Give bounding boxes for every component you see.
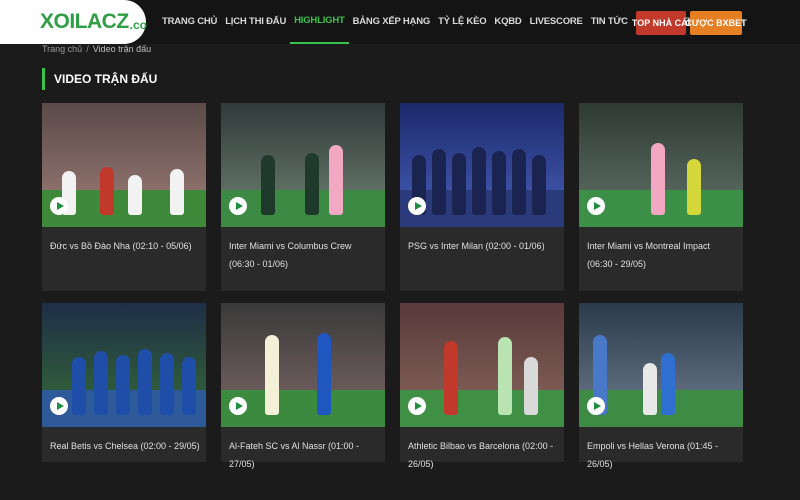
video-title[interactable]: Inter Miami vs Columbus Crew (06:30 - 01…	[229, 237, 379, 273]
video-card[interactable]: Empoli vs Hellas Verona (01:45 - 26/05)	[579, 303, 743, 469]
video-card[interactable]: Real Betis vs Chelsea (02:00 - 29/05)	[42, 303, 206, 462]
play-icon[interactable]	[587, 397, 605, 415]
video-thumbnail[interactable]	[42, 103, 206, 227]
play-icon[interactable]	[408, 197, 426, 215]
breadcrumb-home[interactable]: Trang chủ	[42, 44, 82, 54]
video-thumbnail[interactable]	[400, 303, 564, 427]
breadcrumb-current: Video trận đấu	[92, 44, 152, 54]
logo-suffix: .co	[129, 17, 148, 32]
play-icon[interactable]	[50, 197, 68, 215]
video-title[interactable]: Đức vs Bồ Đào Nha (02:10 - 05/06)	[50, 237, 200, 255]
video-thumbnail[interactable]	[221, 103, 385, 227]
section-title: VIDEO TRẬN ĐẤU	[42, 68, 157, 90]
play-icon[interactable]	[229, 197, 247, 215]
video-title[interactable]: Al-Fateh SC vs Al Nassr (01:00 - 27/05)	[229, 437, 379, 473]
logo-text: XOILACZ	[40, 10, 129, 33]
nav-tin-tuc[interactable]: TIN TỨC	[587, 0, 632, 44]
video-card[interactable]: Đức vs Bồ Đào Nha (02:10 - 05/06)	[42, 103, 206, 291]
video-title[interactable]: Athletic Bilbao vs Barcelona (02:00 - 26…	[408, 437, 558, 473]
video-title[interactable]: Inter Miami vs Montreal Impact (06:30 - …	[587, 237, 737, 273]
video-thumbnail[interactable]	[42, 303, 206, 427]
video-thumbnail[interactable]	[400, 103, 564, 227]
nav-highlight[interactable]: HIGHLIGHT	[290, 0, 349, 44]
video-card[interactable]: PSG vs Inter Milan (02:00 - 01/06)	[400, 103, 564, 291]
site-header: XOILACZ .co TRANG CHỦ LỊCH THI ĐẤU HIGHL…	[0, 0, 800, 44]
top-nha-cai-button[interactable]: TOP NHÀ CÁI	[632, 11, 690, 35]
video-title[interactable]: Empoli vs Hellas Verona (01:45 - 26/05)	[587, 437, 737, 473]
breadcrumb-separator: /	[86, 44, 89, 54]
video-card[interactable]: Al-Fateh SC vs Al Nassr (01:00 - 27/05)	[221, 303, 385, 469]
nav-trang-chu[interactable]: TRANG CHỦ	[158, 0, 221, 44]
video-thumbnail[interactable]	[579, 103, 743, 227]
play-icon[interactable]	[587, 197, 605, 215]
play-icon[interactable]	[50, 397, 68, 415]
site-logo[interactable]: XOILACZ .co	[0, 0, 148, 44]
play-icon[interactable]	[229, 397, 247, 415]
video-title[interactable]: Real Betis vs Chelsea (02:00 - 29/05)	[50, 437, 200, 455]
cuoc-bxbet-button[interactable]: CƯỢC BXBET	[685, 11, 747, 35]
video-card[interactable]: Athletic Bilbao vs Barcelona (02:00 - 26…	[400, 303, 564, 469]
nav-livescore[interactable]: LIVESCORE	[526, 0, 587, 44]
video-card[interactable]: Inter Miami vs Columbus Crew (06:30 - 01…	[221, 103, 385, 291]
play-icon[interactable]	[408, 397, 426, 415]
nav-lich-thi-dau[interactable]: LỊCH THI ĐẤU	[221, 0, 290, 44]
video-title[interactable]: PSG vs Inter Milan (02:00 - 01/06)	[408, 237, 558, 255]
video-card[interactable]: Inter Miami vs Montreal Impact (06:30 - …	[579, 103, 743, 291]
nav-bang-xep-hang[interactable]: BẢNG XẾP HẠNG	[349, 0, 434, 44]
nav-ty-le-keo[interactable]: TỶ LỆ KÈO	[434, 0, 490, 44]
nav-kqbd[interactable]: KQBD	[490, 0, 525, 44]
video-thumbnail[interactable]	[579, 303, 743, 427]
breadcrumb: Trang chủ / Video trận đấu	[42, 44, 151, 54]
video-thumbnail[interactable]	[221, 303, 385, 427]
